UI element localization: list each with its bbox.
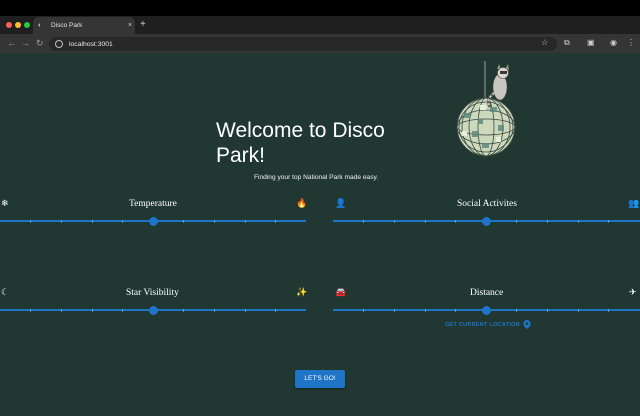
tab-close-button[interactable]: × xyxy=(125,22,135,29)
bookmark-star-icon[interactable]: ☆ xyxy=(541,38,548,48)
social-activities-slider[interactable] xyxy=(333,216,640,226)
close-window-button[interactable] xyxy=(6,22,12,28)
social-activities-slider-thumb[interactable] xyxy=(482,216,491,226)
url-text[interactable]: localhost:3001 xyxy=(69,41,113,48)
os-top-bar xyxy=(0,0,640,16)
distance-slider-thumb[interactable] xyxy=(482,305,491,315)
tab-title: Disco Park xyxy=(51,22,83,29)
browser-tab[interactable]: ◐ Disco Park × xyxy=(33,17,135,34)
app-page: Welcome to Disco Park! Finding your top … xyxy=(0,53,640,416)
social-activities-label: Social Activites xyxy=(457,199,517,209)
car-icon: 🚘 xyxy=(335,287,347,297)
temperature-label: Temperature xyxy=(129,199,177,209)
star-visibility-label: Star Visibility xyxy=(126,288,179,298)
star-visibility-slider[interactable] xyxy=(0,305,306,315)
page-subtitle: Finding your top National Park made easy… xyxy=(254,174,379,181)
new-tab-button[interactable]: + xyxy=(140,19,146,31)
temperature-slider-thumb[interactable] xyxy=(148,216,158,226)
fire-icon: 🔥 xyxy=(296,198,308,208)
person-icon: 👤 xyxy=(335,198,347,208)
airplane-icon: ✈ xyxy=(629,287,637,297)
omnibox[interactable]: localhost:3001 xyxy=(49,37,557,51)
extensions-icon[interactable]: ⧉ xyxy=(564,38,570,48)
back-icon[interactable]: ← xyxy=(7,38,16,48)
reload-icon[interactable]: ↻ xyxy=(36,38,44,48)
site-info-icon[interactable] xyxy=(55,40,63,48)
distance-label: Distance xyxy=(470,288,504,298)
side-panel-icon[interactable]: ▣ xyxy=(587,38,595,48)
location-pin-icon xyxy=(523,320,531,329)
lets-go-button[interactable]: LET'S GO! xyxy=(295,370,345,388)
snowflake-icon: ❄ xyxy=(1,198,9,208)
profile-icon[interactable]: ◉ xyxy=(610,38,617,48)
moon-icon: ☾ xyxy=(1,287,10,297)
star-visibility-slider-thumb[interactable] xyxy=(148,305,158,315)
distance-slider[interactable] xyxy=(333,305,640,315)
menu-icon[interactable]: ⋮ xyxy=(627,38,635,48)
page-title: Welcome to Disco Park! xyxy=(216,119,385,167)
favicon-icon: ◐ xyxy=(38,21,43,29)
forward-icon[interactable]: → xyxy=(21,38,30,48)
minimize-window-button[interactable] xyxy=(15,22,21,28)
disco-ball-raccoon-logo xyxy=(456,61,516,157)
get-current-location-button[interactable]: GET CURRENT LOCATION xyxy=(445,320,531,329)
temperature-slider[interactable] xyxy=(0,216,306,226)
sparkle-icon: ✨ xyxy=(296,287,308,297)
get-current-location-label: GET CURRENT LOCATION xyxy=(445,321,520,328)
maximize-window-button[interactable] xyxy=(24,22,30,28)
group-icon: 👥 xyxy=(628,198,640,208)
